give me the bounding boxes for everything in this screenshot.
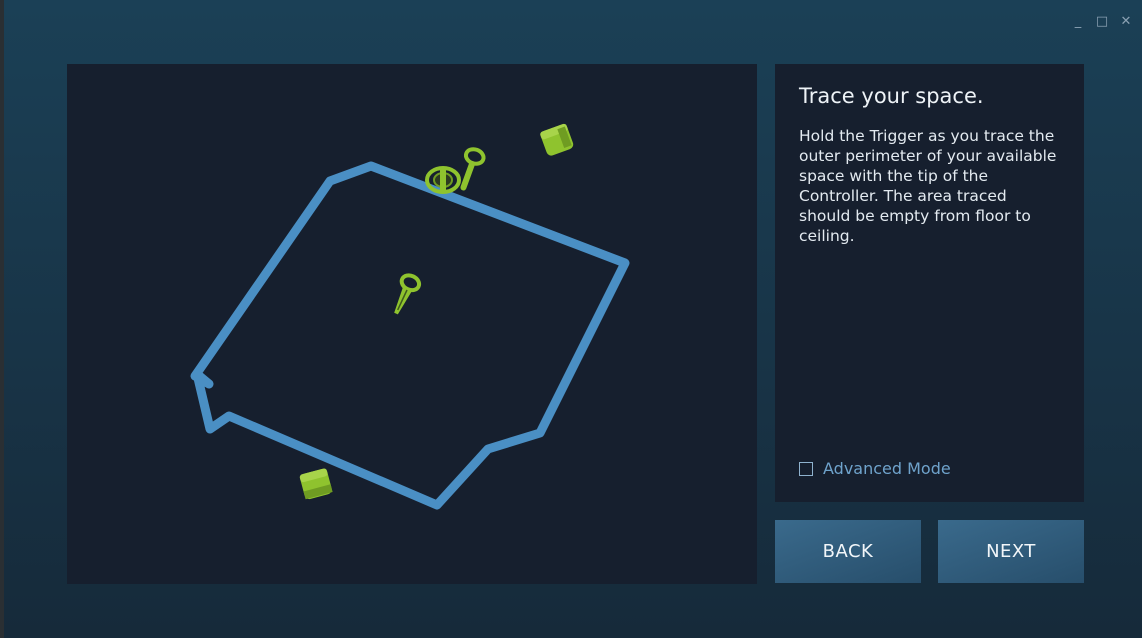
headset-icon [425,166,461,194]
controller-icon [394,273,422,315]
next-button[interactable]: NEXT [938,520,1084,583]
maximize-icon[interactable]: □ [1094,14,1110,30]
back-button[interactable]: BACK [775,520,921,583]
advanced-mode-checkbox[interactable] [799,461,813,476]
base-station-icon [299,468,333,500]
panel-title: Trace your space. [799,84,984,108]
traced-perimeter [190,161,630,510]
room-setup-window: _ □ ✕ Trace your space. Hold the Trigger… [0,0,1142,638]
window-controls: _ □ ✕ [1070,14,1134,30]
advanced-mode-toggle[interactable]: Advanced Mode [799,459,951,478]
base-station-icon [540,123,574,156]
advanced-mode-label[interactable]: Advanced Mode [823,459,951,478]
close-icon[interactable]: ✕ [1118,14,1134,30]
instructions-panel: Trace your space. Hold the Trigger as yo… [775,64,1084,502]
play-area-canvas [190,123,630,510]
instructions-text: Hold the Trigger as you trace the outer … [799,127,1057,245]
minimize-icon[interactable]: _ [1070,14,1086,30]
window-edge [0,0,4,638]
play-area-viewport [67,64,757,584]
